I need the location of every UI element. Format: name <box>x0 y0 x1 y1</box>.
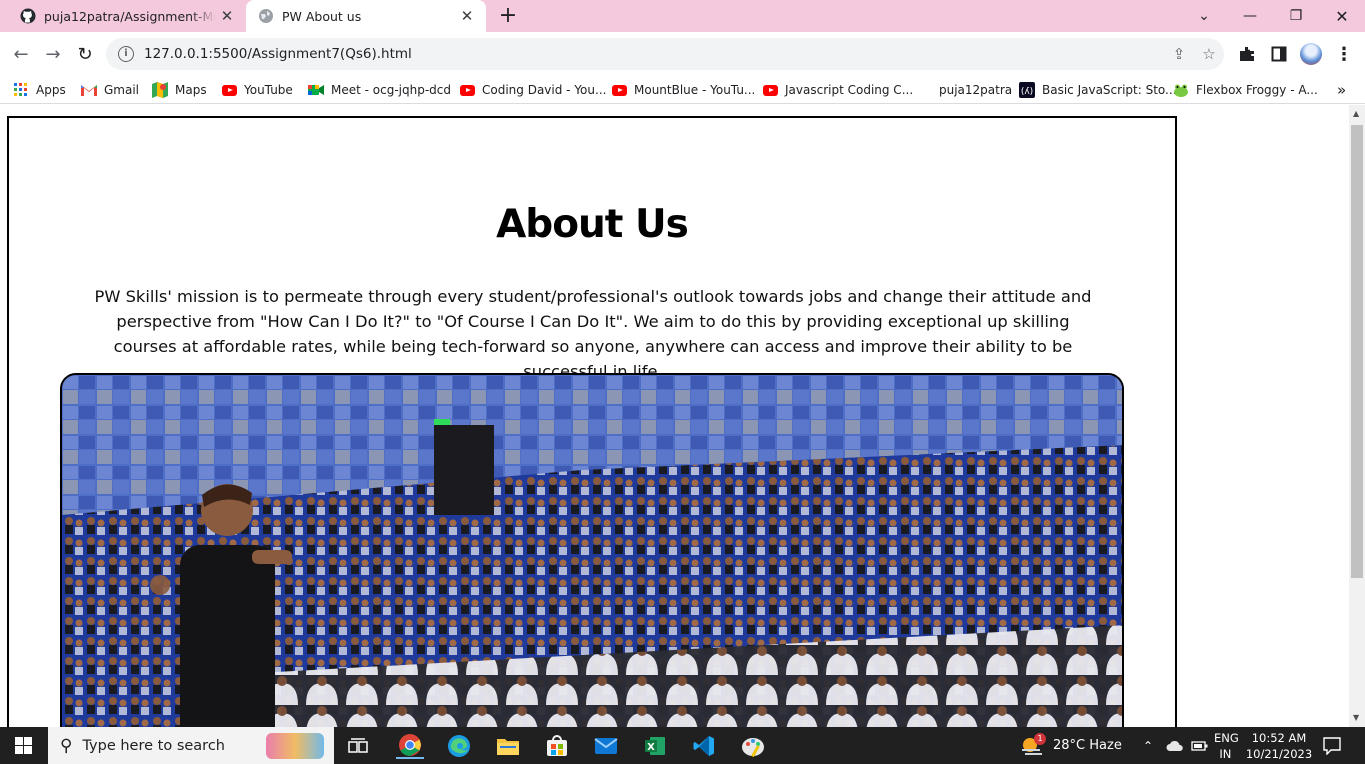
show-hidden-icons[interactable]: ⌃ <box>1143 727 1153 764</box>
microsoft-store-icon[interactable] <box>543 732 571 759</box>
bookmark-basic-javascript[interactable]: (ʎ) Basic JavaScript: Sto... <box>1019 76 1177 104</box>
extensions-icon[interactable] <box>1237 44 1257 64</box>
reload-button[interactable]: ↻ <box>69 38 101 70</box>
auditorium-image <box>62 375 1122 727</box>
meet-icon <box>308 82 324 98</box>
apps-grid-icon <box>13 82 29 98</box>
gmail-icon <box>81 82 97 98</box>
clock[interactable]: 10:52 AM 10/21/2023 <box>1245 727 1313 764</box>
edge-taskbar-icon[interactable] <box>445 732 473 759</box>
freecodecamp-icon: (ʎ) <box>1019 82 1035 98</box>
weather-widget[interactable]: 1 28°C Haze <box>1020 727 1122 764</box>
restore-button[interactable]: ❐ <box>1273 0 1319 32</box>
maps-icon <box>152 82 168 98</box>
clock-date: 10/21/2023 <box>1245 746 1313 761</box>
tab-strip: puja12patra/Assignment-More-c ✕ PW About… <box>0 0 1365 32</box>
bookmark-star-icon[interactable]: ☆ <box>1194 45 1224 63</box>
close-tab-icon[interactable]: ✕ <box>456 7 478 25</box>
weather-text: 28°C Haze <box>1053 738 1122 753</box>
close-window-button[interactable]: ✕ <box>1319 0 1365 32</box>
weather-haze-icon: 1 <box>1020 732 1046 756</box>
bookmark-gmail[interactable]: Gmail <box>81 76 139 104</box>
page-title: About Us <box>496 202 689 247</box>
site-info-icon[interactable]: i <box>118 46 134 62</box>
taskbar-search[interactable]: ⚲ Type here to search <box>48 727 334 764</box>
github-icon <box>20 8 36 24</box>
mail-icon[interactable] <box>592 732 620 759</box>
youtube-icon <box>459 82 475 98</box>
youtube-icon <box>762 82 778 98</box>
audience-photo <box>60 373 1124 727</box>
vertical-scrollbar[interactable]: ▲ ▼ <box>1349 105 1365 727</box>
tab-title: PW About us <box>282 8 362 24</box>
bookmark-maps[interactable]: Maps <box>152 76 207 104</box>
chrome-taskbar-icon[interactable] <box>396 732 424 759</box>
onedrive-icon[interactable] <box>1166 727 1184 764</box>
bookmark-flexbox-froggy[interactable]: Flexbox Froggy - A... <box>1173 76 1318 104</box>
about-section: About Us PW Skills' mission is to permea… <box>7 116 1177 727</box>
bookmark-puja12patra[interactable]: puja12patra <box>939 76 1012 104</box>
battery-icon[interactable] <box>1191 727 1209 764</box>
bookmark-javascript-coding[interactable]: Javascript Coding C... <box>762 76 913 104</box>
mission-paragraph: PW Skills' mission is to permeate throug… <box>94 287 1092 381</box>
page-viewport: About Us PW Skills' mission is to permea… <box>0 105 1349 727</box>
paint-icon[interactable] <box>739 732 767 759</box>
scroll-down-icon[interactable]: ▼ <box>1353 713 1359 722</box>
bookmark-mountblue[interactable]: MountBlue - YouTu... <box>611 76 755 104</box>
side-panel-icon[interactable] <box>1269 44 1289 64</box>
clock-time: 10:52 AM <box>1251 730 1307 745</box>
youtube-icon <box>611 82 627 98</box>
share-icon[interactable]: ⇪ <box>1164 45 1194 63</box>
search-highlight-image <box>266 733 324 759</box>
search-placeholder: Type here to search <box>82 737 225 754</box>
svg-text:(ʎ): (ʎ) <box>1021 87 1033 97</box>
frog-icon <box>1173 82 1189 98</box>
scroll-up-icon[interactable]: ▲ <box>1353 109 1359 118</box>
vscode-icon[interactable] <box>690 732 718 759</box>
svg-text:X: X <box>647 742 655 753</box>
bookmark-apps[interactable]: Apps <box>13 76 66 104</box>
tab-pw-about-us[interactable]: PW About us ✕ <box>246 0 486 32</box>
weather-badge: 1 <box>1034 732 1046 745</box>
address-bar[interactable]: i 127.0.0.1:5500/Assignment7(Qs6).html ⇪… <box>106 38 1224 70</box>
back-button[interactable]: ← <box>5 38 37 70</box>
file-explorer-icon[interactable] <box>494 732 522 759</box>
tab-github[interactable]: puja12patra/Assignment-More-c ✕ <box>8 0 246 32</box>
scrollbar-thumb[interactable] <box>1351 125 1363 578</box>
close-tab-icon[interactable]: ✕ <box>216 7 238 25</box>
bookmarks-bar: Apps Gmail Maps YouTube Meet - ocg-jqhp-… <box>0 76 1365 104</box>
language-indicator[interactable]: ENG IN <box>1214 727 1239 764</box>
windows-logo-icon <box>14 737 32 754</box>
new-tab-button[interactable]: + <box>496 3 520 29</box>
bookmark-coding-david[interactable]: Coding David - You... <box>459 76 606 104</box>
globe-icon <box>259 9 273 23</box>
tab-title: puja12patra/Assignment-More-c <box>44 8 216 24</box>
windows-taskbar: ⚲ Type here to search X 1 28°C Haze ⌃ EN… <box>0 727 1365 764</box>
forward-button[interactable]: → <box>37 38 69 70</box>
profile-avatar[interactable] <box>1300 43 1322 65</box>
excel-icon[interactable]: X <box>641 732 669 759</box>
browser-toolbar: ← → ↻ i 127.0.0.1:5500/Assignment7(Qs6).… <box>0 32 1365 76</box>
notifications-icon[interactable] <box>1323 727 1341 764</box>
minimize-button[interactable]: — <box>1227 0 1273 32</box>
bookmarks-overflow-icon[interactable]: » <box>1337 76 1346 104</box>
bookmark-youtube[interactable]: YouTube <box>221 76 293 104</box>
tab-search-icon[interactable]: ⌄ <box>1181 0 1227 32</box>
menu-icon[interactable]: ⋮ <box>1334 44 1354 65</box>
url-text[interactable]: 127.0.0.1:5500/Assignment7(Qs6).html <box>144 46 1164 62</box>
bookmark-meet[interactable]: Meet - ocg-jqhp-dcd <box>308 76 451 104</box>
search-icon: ⚲ <box>60 735 73 756</box>
task-view-icon[interactable] <box>344 732 372 759</box>
youtube-icon <box>221 82 237 98</box>
start-button[interactable] <box>0 727 46 764</box>
